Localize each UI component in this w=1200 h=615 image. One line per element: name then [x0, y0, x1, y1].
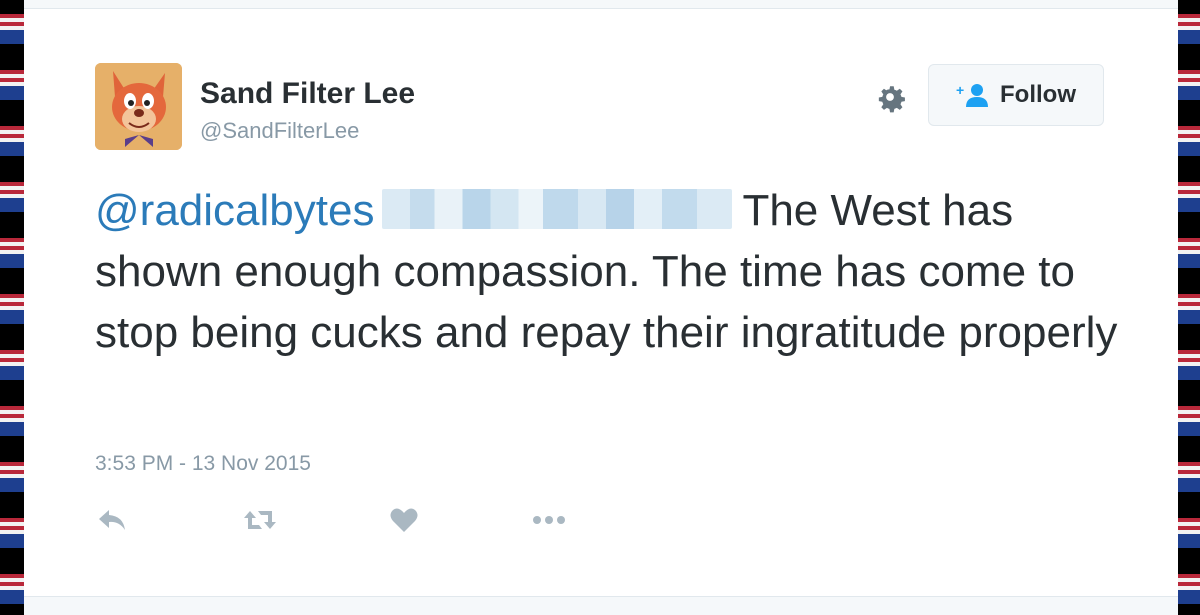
redacted-mention — [382, 189, 733, 229]
gear-icon[interactable] — [872, 79, 908, 115]
avatar-cartoon-cat-icon — [95, 63, 182, 150]
tweet-card: Sand Filter Lee @SandFilterLee + Follow … — [24, 0, 1178, 615]
tweet-timestamp[interactable]: 3:53 PM - 13 Nov 2015 — [95, 452, 311, 476]
avatar[interactable] — [95, 63, 182, 150]
display-name[interactable]: Sand Filter Lee — [200, 77, 415, 111]
flag-border-right — [1178, 0, 1200, 615]
user-handle[interactable]: @SandFilterLee — [200, 118, 359, 144]
card-top-divider — [24, 0, 1178, 9]
mention-link[interactable]: @radicalbytes — [95, 186, 374, 235]
add-user-icon: + — [956, 82, 988, 107]
heart-icon[interactable] — [388, 505, 420, 535]
follow-label: Follow — [1000, 81, 1076, 108]
reply-icon[interactable] — [96, 505, 128, 535]
retweet-icon[interactable] — [242, 505, 278, 535]
tweet-text: @radicalbytes The West has shown enough c… — [95, 180, 1125, 363]
card-bottom-divider — [24, 596, 1178, 615]
svg-text:+: + — [956, 82, 964, 98]
flag-border-left — [0, 0, 24, 615]
follow-button[interactable]: + Follow — [928, 64, 1104, 126]
more-icon[interactable] — [530, 505, 568, 535]
